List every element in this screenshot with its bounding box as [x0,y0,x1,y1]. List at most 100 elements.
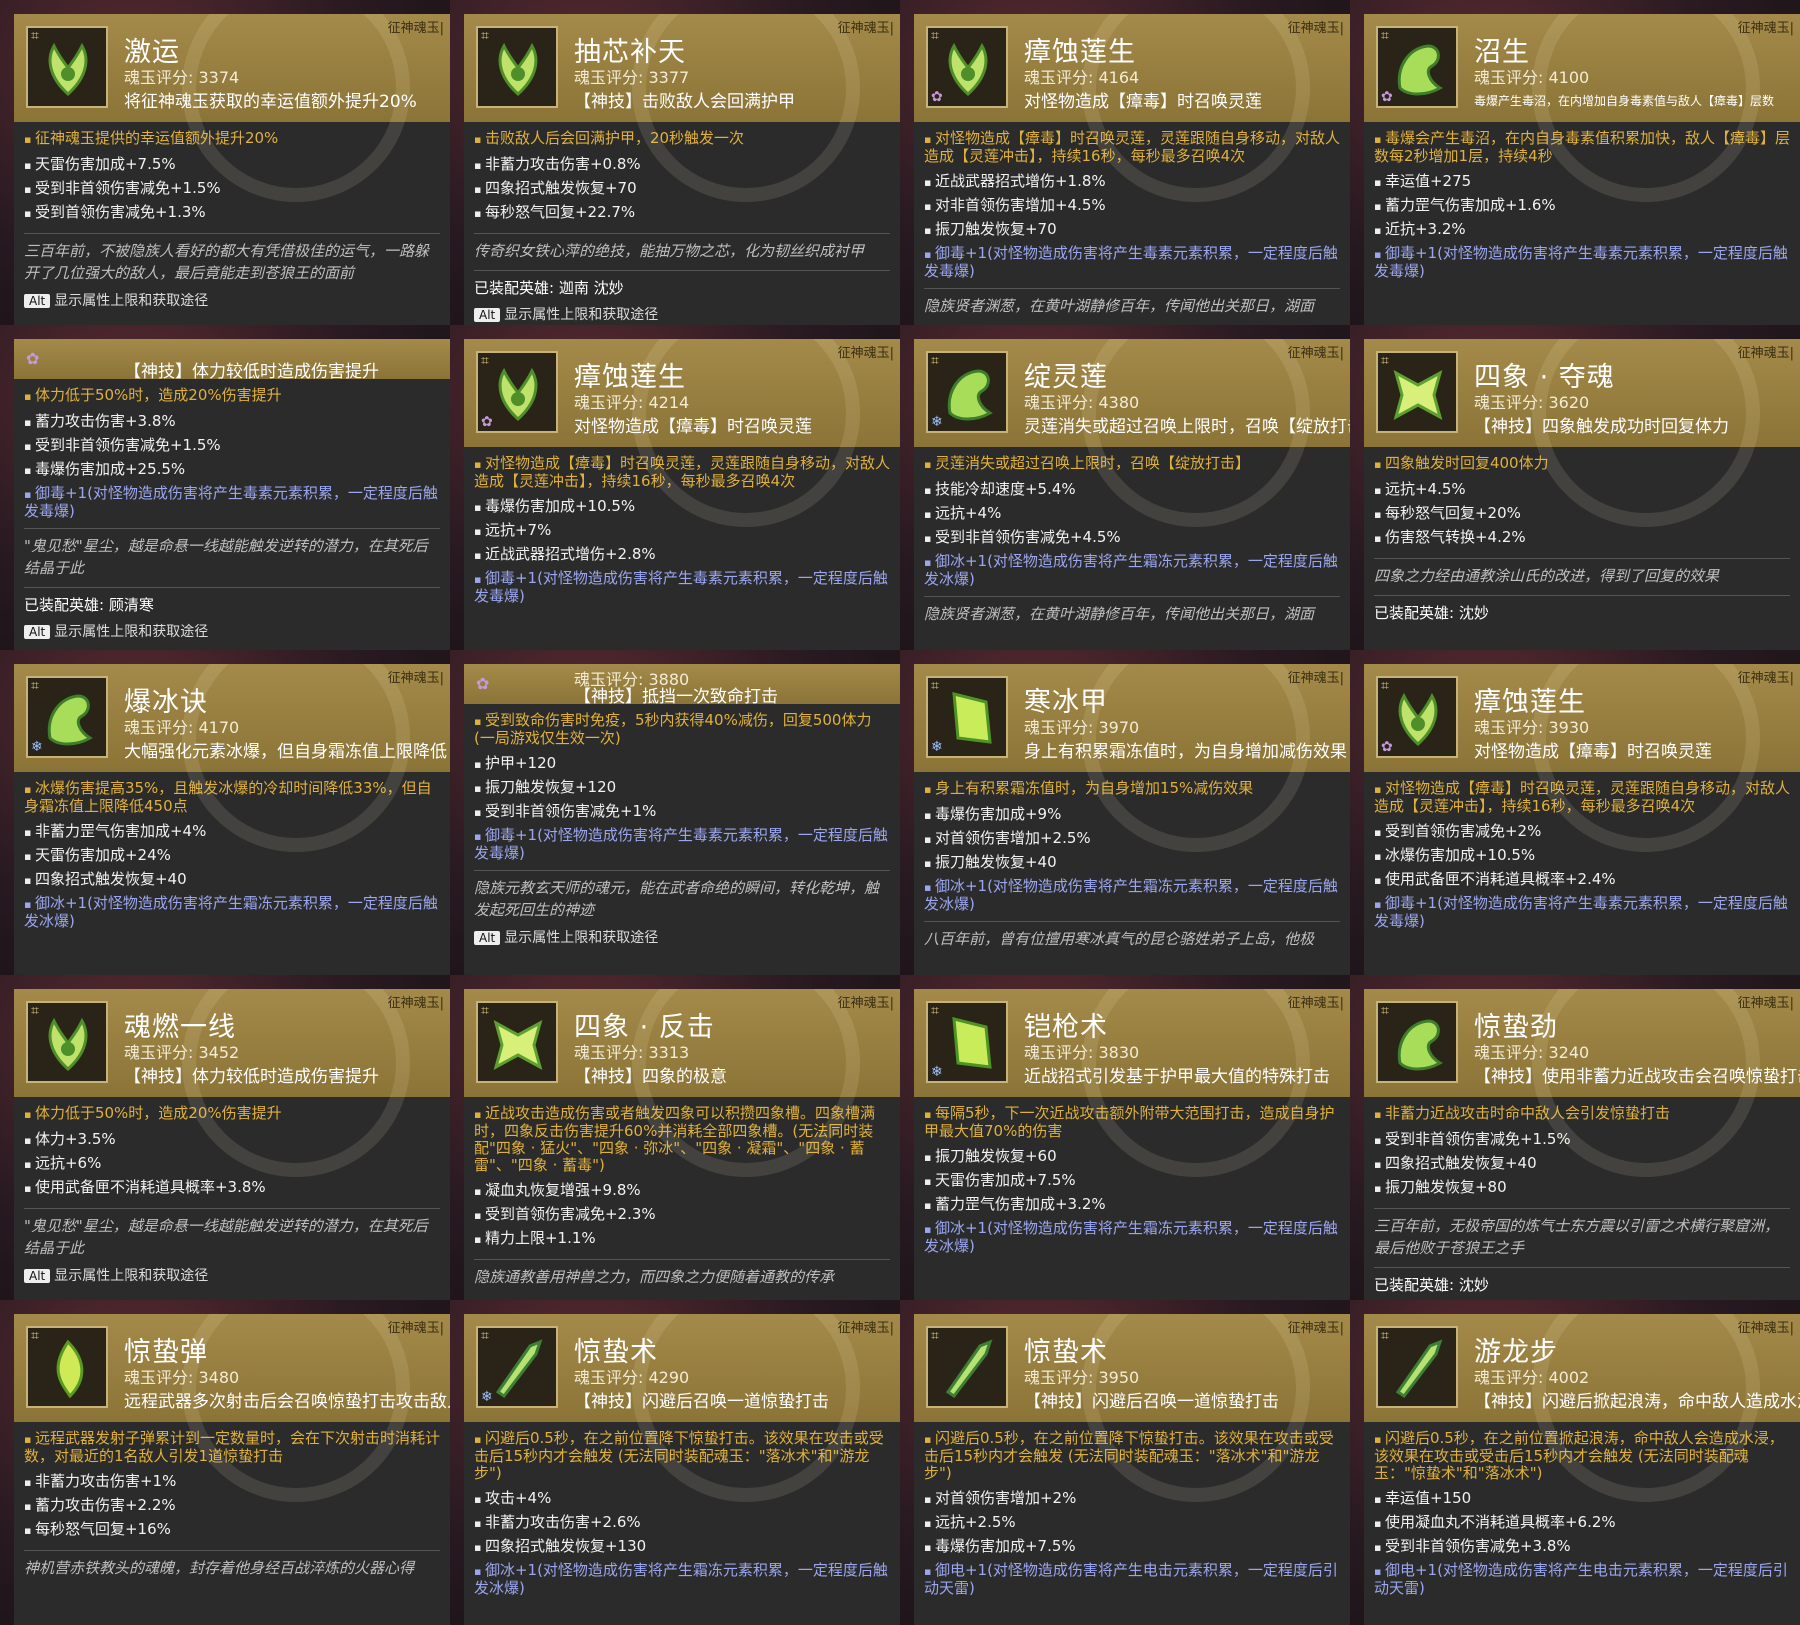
gem-icon [945,1339,993,1398]
soul-jade-icon: ⌗ ✿ [1376,26,1458,108]
stat-line: 天雷伤害加成+24% [24,844,440,868]
soul-jade-tooltip: 征神魂玉|⌗❄爆冰诀魂玉评分: 4170大幅强化元素冰爆，但自身霜冻值上限降低冰… [14,664,450,975]
card-header: 征神魂玉| ⌗ ❄ 惊蛰术 魂玉评分: 4290 【神技】闪避后召唤一道惊蛰打击 [464,1314,900,1502]
soul-jade-tooltip: 征神魂玉| ⌗ ❄ 绽灵莲 魂玉评分: 4380 灵莲消失或超过召唤上限时，召唤【绽放打击… [914,339,1350,650]
element-icon: ✿ [931,89,943,105]
card-tag: 征神魂玉| [837,1321,894,1336]
alt-hint[interactable]: Alt 显示属性上限和获取途径 [24,1265,440,1285]
score: 魂玉评分: 3930 [1474,718,1590,737]
stat-line: 振刀触发恢复+70 [924,218,1340,242]
gem-icon [948,42,988,97]
stat-line: 受到首领伤害减免+2.3% [474,1203,890,1227]
alt-hint[interactable]: Alt 显示属性上限和获取途径 [24,290,440,310]
tooltip-cell: 征神魂玉|⌗❄寒冰甲魂玉评分: 3970身上有积累霜冻值时，为自身增加减伤效果身… [900,650,1350,975]
corner-icon: ⌗ [481,1328,489,1344]
tooltip-cell: 征神魂玉|⌗❄爆冰诀魂玉评分: 4170大幅强化元素冰爆，但自身霜冻值上限降低冰… [0,650,450,975]
alt-hint[interactable]: Alt 显示属性上限和获取途径 [474,304,890,324]
card-header: 征神魂玉| ⌗ 激运 魂玉评分: 3374 将征神魂玉获取的幸运值额外提升20% [14,14,450,202]
card-desc: 【神技】体力较低时造成伤害提升 [124,1067,379,1087]
element-icon: ✿ [481,414,493,430]
element-line: 御毒+1(对怪物造成伤害将产生毒素元素积累，一定程度后触发毒爆) [474,567,890,605]
card-header: ✿ 魂玉评分: 3880 【神技】抵挡一次致命打击 [464,664,900,707]
gem-icon [495,1339,543,1398]
card-header: 征神魂玉| ⌗ 游龙步 魂玉评分: 4002 【神技】闪避后掀起浪涛，命中敌人造成水浸 [1364,1314,1800,1502]
stat-line: 远抗+7% [474,519,890,543]
alt-hint-text: 显示属性上限和获取途径 [504,930,659,946]
card-header: 征神魂玉| ⌗ ✿ 瘴蚀莲生 魂玉评分: 3930 对怪物造成【瘴毒】时召唤灵莲 [1364,664,1800,852]
corner-icon: ⌗ [481,28,489,44]
tooltip-cell: ✿魂玉评分: 3880【神技】抵挡一次致命打击受到致命伤害时免疫，5秒内获得40… [450,650,900,975]
card-desc: 【神技】使用非蓄力近战攻击会召唤惊蛰打击 [1474,1067,1800,1087]
stat-line: 天雷伤害加成+7.5% [924,1169,1340,1193]
gem-icon [952,692,992,744]
lore-text: 隐族贤者渊葱，在黄叶湖静修百年，传闻他出关那日，湖面 [924,605,1315,623]
card-desc: 对怪物造成【瘴毒】时召唤灵莲 [1474,742,1712,762]
stat-line: 使用武备匣不消耗道具概率+2.4% [1374,868,1790,892]
stat-line: 使用凝血丸不消耗道具概率+6.2% [1374,1511,1790,1535]
divider [924,596,1340,597]
divider [1374,595,1790,596]
effect-text: 受到致命伤害时免疫，5秒内获得40%减伤，回复500体力(一局游戏仅生效一次) [474,712,890,752]
card-tag: 征神魂玉| [1287,671,1344,686]
soul-jade-icon: ⌗ ✿ [926,26,1008,108]
score: 魂玉评分: 3830 [1024,1043,1140,1062]
score: 魂玉评分: 3950 [1024,1368,1140,1387]
soul-jade-icon: ⌗ [926,1326,1008,1408]
soul-jade-tooltip: 征神魂玉|⌗✿瘴蚀莲生魂玉评分: 4214对怪物造成【瘴毒】时召唤灵莲对怪物造成… [464,339,900,650]
divider [1374,1267,1790,1268]
stat-line: 幸运值+150 [1374,1487,1790,1511]
divider [24,528,440,529]
alt-hint[interactable]: Alt 显示属性上限和获取途径 [24,621,440,641]
card-tag: 征神魂玉| [1737,21,1794,36]
card-header: 征神魂玉| ⌗ 惊蛰弹 魂玉评分: 3480 远程武器多次射击后会召唤惊蛰打击攻击敌人 [14,1314,450,1502]
score: 魂玉评分: 3620 [1474,393,1590,412]
stat-line: 非蓄力攻击伤害+2.6% [474,1511,890,1535]
card-header: 征神魂玉| ⌗ ❄ 爆冰诀 魂玉评分: 4170 大幅强化元素冰爆，但自身霜冻值上限降低 [14,664,450,852]
soul-jade-icon: ⌗ ❄ [926,676,1008,758]
corner-icon: ⌗ [931,353,939,369]
soul-jade-icon: ⌗ [1376,1326,1458,1408]
tooltip-cell: 征神魂玉|⌗惊蛰弹魂玉评分: 3480远程武器多次射击后会召唤惊蛰打击攻击敌人远… [0,1300,450,1625]
lore-text: 传奇织女铁心萍的绝技，能抽万物之芯，化为韧丝织成衬甲 [474,242,865,260]
score: 魂玉评分: 3452 [124,1043,240,1062]
card-body: 受到致命伤害时免疫，5秒内获得40%减伤，回复500体力(一局游戏仅生效一次)护… [464,704,900,947]
soul-jade-icon: ⌗ [26,1001,108,1083]
gem-icon [48,42,88,97]
tooltip-cell: 征神魂玉|⌗四象 · 夺魂魂玉评分: 3620【神技】四象触发成功时回复体力四象… [1350,325,1800,650]
card-desc: 【神技】抵挡一次致命打击 [574,687,778,707]
stat-line: 振刀触发恢复+40 [924,851,1340,875]
stat-line: 蓄力罡气伤害加成+3.2% [924,1193,1340,1217]
card-header: 征神魂玉| ⌗ 四象 · 反击 魂玉评分: 3313 【神技】四象的极意 [464,989,900,1177]
stat-line: 近抗+3.2% [1374,218,1790,242]
alt-hint[interactable]: Alt 显示属性上限和获取途径 [474,927,890,947]
stat-line: 每秒怒气回复+22.7% [474,201,890,225]
card-tag: 征神魂玉| [1737,1321,1794,1336]
gem-icon [48,1017,88,1072]
tooltip-cell: 征神魂玉|⌗惊蛰劲魂玉评分: 3240【神技】使用非蓄力近战攻击会召唤惊蛰打击非… [1350,975,1800,1300]
tooltip-cell: 征神魂玉|⌗✿瘴蚀莲生魂玉评分: 4214对怪物造成【瘴毒】时召唤灵莲对怪物造成… [450,325,900,650]
equipped-hero: 已装配英雄: 沈妙 [1374,604,1489,622]
lore-text: 隐族贤者渊葱，在黄叶湖静修百年，传闻他出关那日，湖面 [924,297,1315,315]
element-line: 御冰+1(对怪物造成伤害将产生霜冻元素积累，一定程度后触发冰爆) [474,1559,890,1597]
card-tag: 征神魂玉| [1287,21,1344,36]
stat-line: 凝血丸恢复增强+9.8% [474,1179,890,1203]
element-line: 御冰+1(对怪物造成伤害将产生霜冻元素积累，一定程度后触发冰爆) [924,875,1340,913]
stat-line: 蓄力攻击伤害+2.2% [24,1494,440,1518]
soul-jade-tooltip: 征神魂玉|⌗四象 · 夺魂魂玉评分: 3620【神技】四象触发成功时回复体力四象… [1364,339,1800,650]
score: 魂玉评分: 3377 [574,68,690,87]
divider [1374,558,1790,559]
card-tag: 征神魂玉| [1287,996,1344,1011]
stat-line: 振刀触发恢复+80 [1374,1176,1790,1200]
card-tag: 征神魂玉| [387,1321,444,1336]
card-tag: 征神魂玉| [387,996,444,1011]
element-line: 御冰+1(对怪物造成伤害将产生霜冻元素积累，一定程度后触发冰爆) [924,1217,1340,1255]
stat-line: 四象招式触发恢复+40 [24,868,440,892]
soul-jade-icon: ⌗ [26,26,108,108]
alt-hint-text: 显示属性上限和获取途径 [54,293,209,309]
tooltip-cell: 征神魂玉| ⌗ ❄ 绽灵莲 魂玉评分: 4380 灵莲消失或超过召唤上限时，召唤【绽放打击… [900,325,1350,650]
gem-icon [1397,1019,1443,1071]
gem-icon [56,1339,84,1398]
card-header: ✿ 【神技】体力较低时造成伤害提升 [14,339,450,382]
alt-key: Alt [24,1269,51,1283]
corner-icon: ⌗ [931,28,939,44]
